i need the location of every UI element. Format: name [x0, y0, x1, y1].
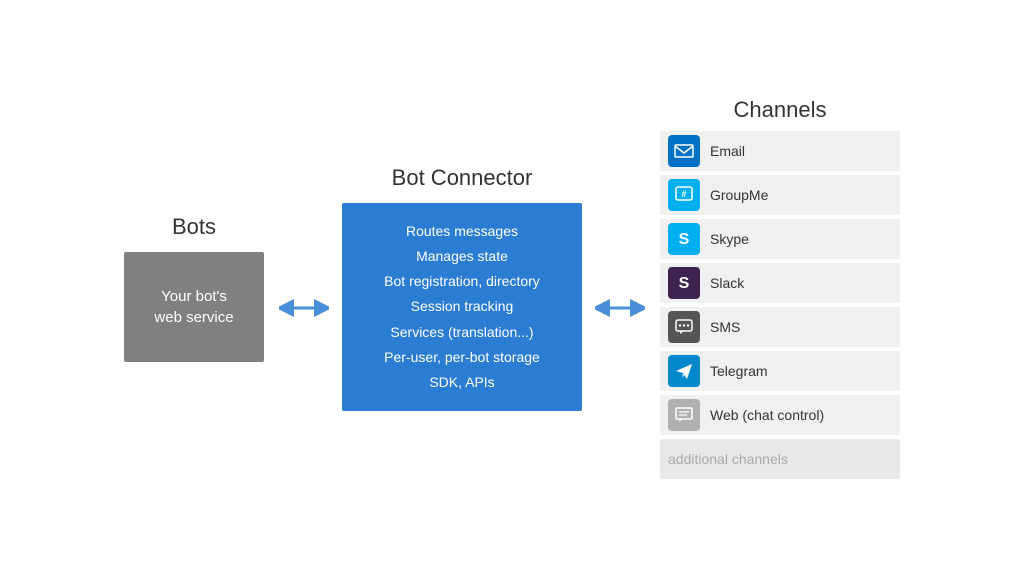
skype-icon-bg: S	[668, 223, 700, 255]
connector-features: Routes messages Manages state Bot regist…	[384, 219, 540, 395]
channel-telegram: Telegram	[660, 351, 900, 391]
feature-5: Services (translation...)	[384, 320, 540, 345]
channel-sms: SMS	[660, 307, 900, 347]
connector-section: Bot Connector Routes messages Manages st…	[342, 165, 582, 411]
groupme-icon-bg: #	[668, 179, 700, 211]
sms-icon	[673, 316, 695, 338]
skype-icon: S	[673, 228, 695, 250]
sms-label: SMS	[710, 319, 740, 335]
feature-7: SDK, APIs	[384, 370, 540, 395]
email-icon-bg	[668, 135, 700, 167]
feature-4: Session tracking	[384, 294, 540, 319]
slack-icon: S	[673, 272, 695, 294]
skype-label: Skype	[710, 231, 749, 247]
sms-icon-bg	[668, 311, 700, 343]
telegram-icon-bg	[668, 355, 700, 387]
additional-label: additional channels	[668, 451, 788, 467]
connector-box: Routes messages Manages state Bot regist…	[342, 203, 582, 411]
email-icon	[673, 140, 695, 162]
channel-email: Email	[660, 131, 900, 171]
groupme-icon: #	[673, 184, 695, 206]
web-icon-bg	[668, 399, 700, 431]
feature-6: Per-user, per-bot storage	[384, 345, 540, 370]
groupme-label: GroupMe	[710, 187, 768, 203]
telegram-icon	[673, 360, 695, 382]
diagram: Bots Your bot'sweb service Bot Connector…	[0, 0, 1024, 576]
bots-section: Bots Your bot'sweb service	[124, 214, 264, 362]
feature-2: Manages state	[384, 244, 540, 269]
feature-3: Bot registration, directory	[384, 269, 540, 294]
web-label: Web (chat control)	[710, 407, 824, 423]
web-icon	[673, 404, 695, 426]
email-label: Email	[710, 143, 745, 159]
bot-box: Your bot'sweb service	[124, 252, 264, 362]
connector-label: Bot Connector	[392, 165, 533, 191]
channel-skype: S Skype	[660, 219, 900, 259]
channel-list: Email # GroupMe S Skype	[660, 131, 900, 479]
telegram-label: Telegram	[710, 363, 768, 379]
bot-box-text: Your bot'sweb service	[154, 286, 233, 328]
left-arrow-svg	[279, 293, 329, 323]
channels-section: Channels Email #	[660, 97, 900, 479]
svg-text:#: #	[681, 189, 686, 199]
right-double-arrow	[595, 293, 645, 323]
svg-text:S: S	[679, 275, 690, 292]
channels-title: Channels	[734, 97, 827, 123]
channel-web: Web (chat control)	[660, 395, 900, 435]
bots-label: Bots	[172, 214, 216, 240]
channel-groupme: # GroupMe	[660, 175, 900, 215]
right-arrow-svg	[595, 293, 645, 323]
svg-text:S: S	[679, 231, 690, 248]
slack-label: Slack	[710, 275, 744, 291]
slack-icon-bg: S	[668, 267, 700, 299]
channel-additional: additional channels	[660, 439, 900, 479]
feature-1: Routes messages	[384, 219, 540, 244]
left-double-arrow	[279, 293, 329, 323]
channel-slack: S Slack	[660, 263, 900, 303]
